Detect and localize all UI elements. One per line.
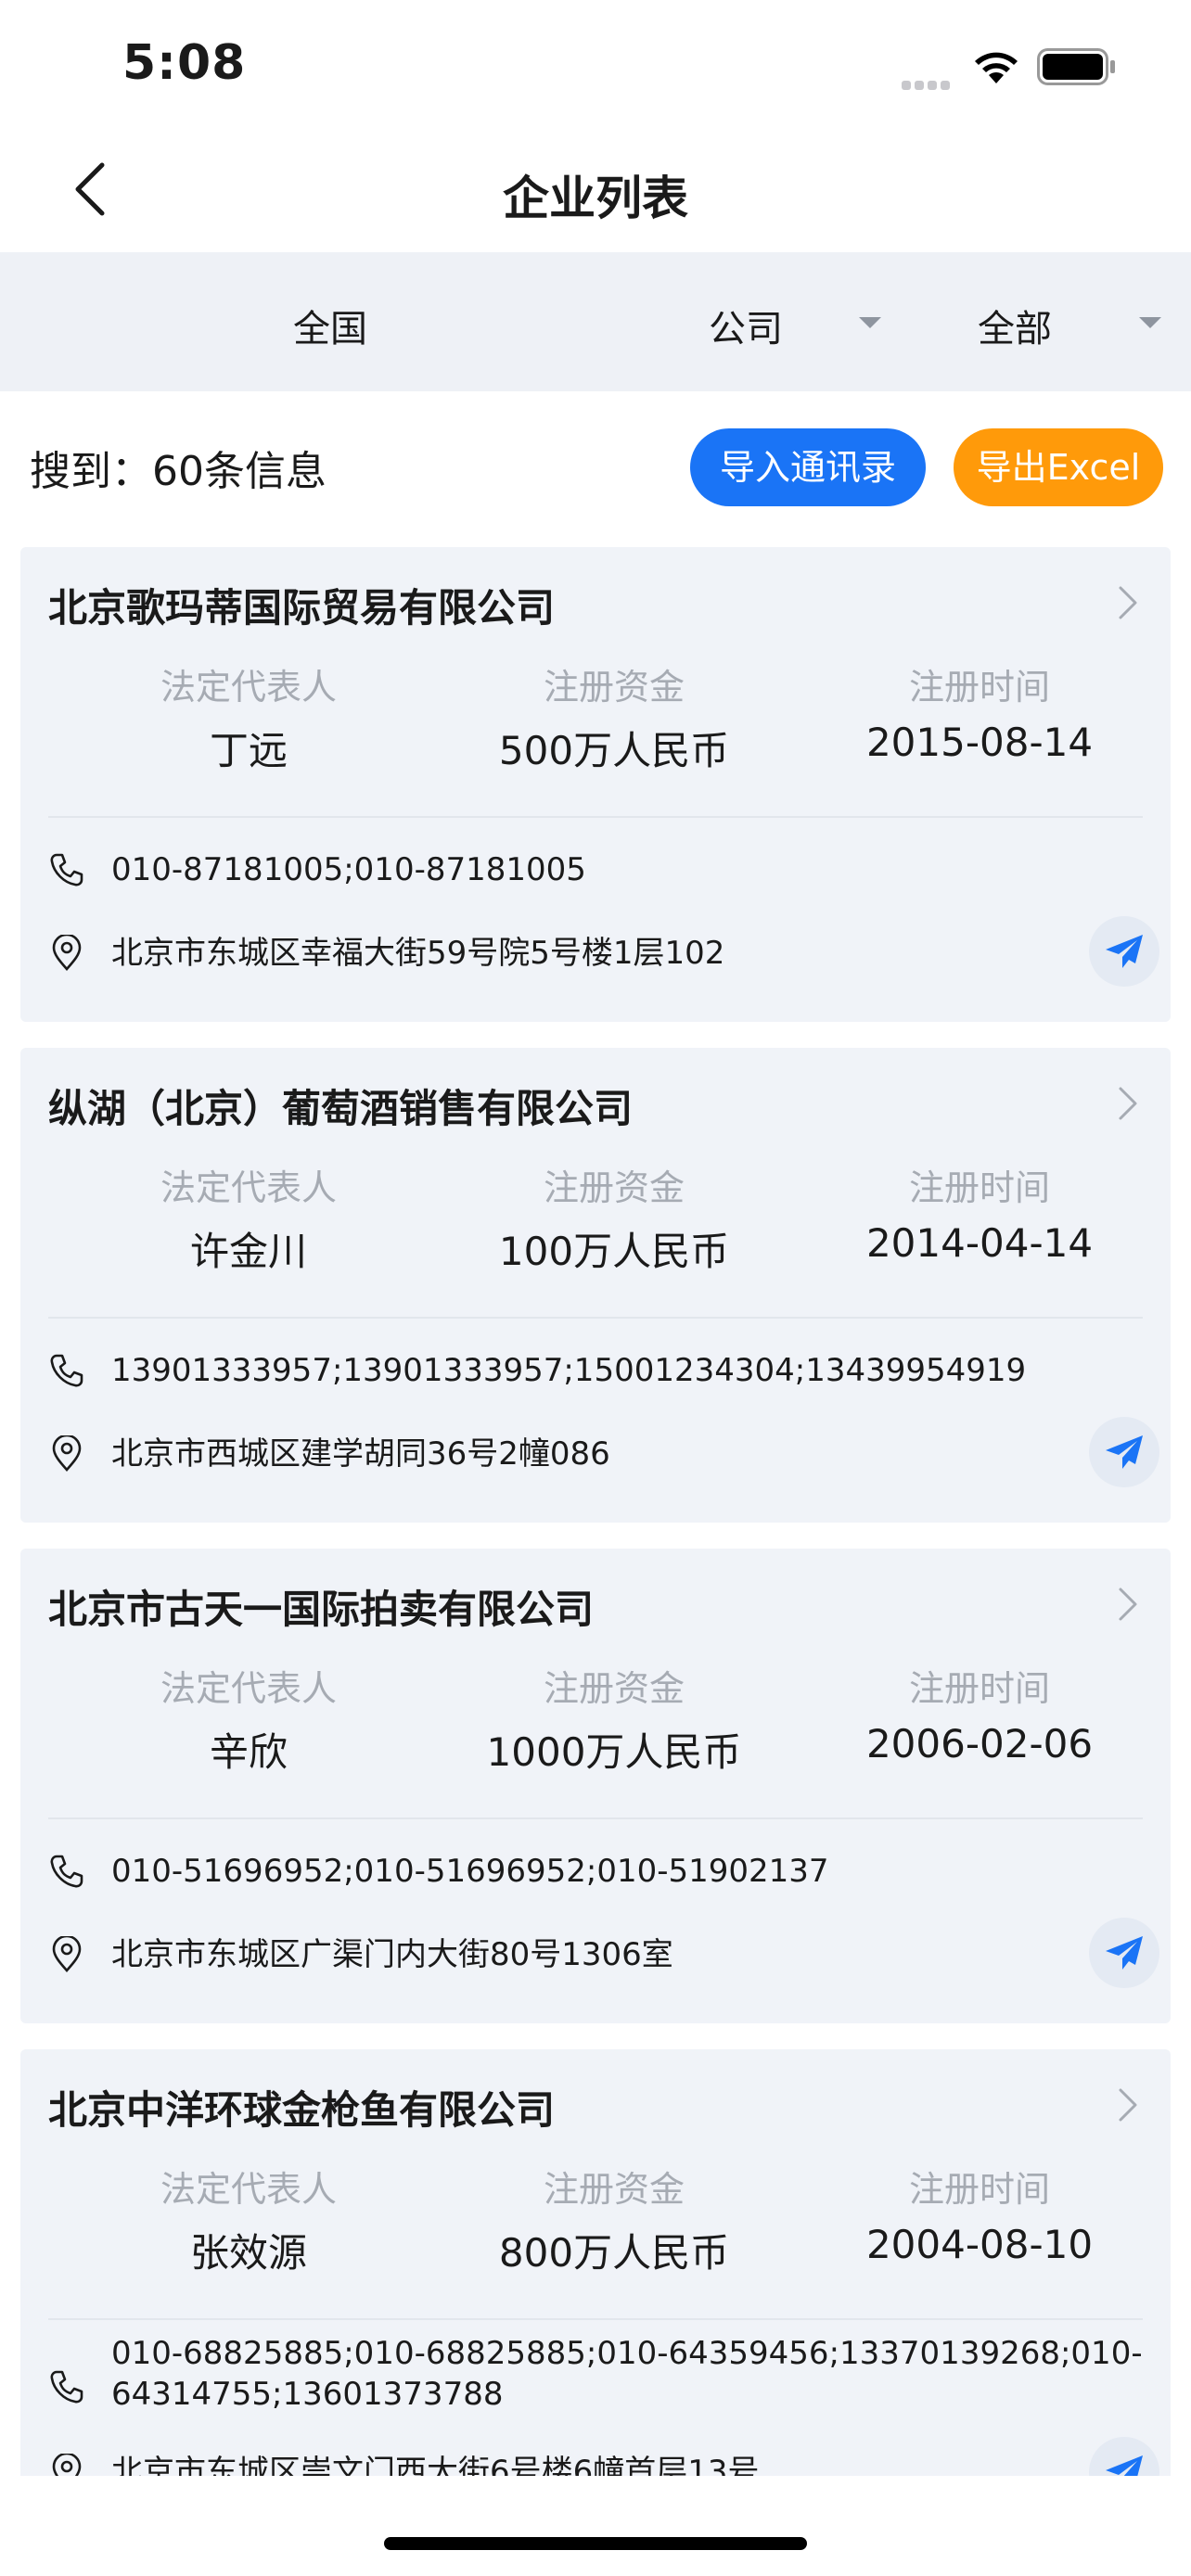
signal-icon [902, 76, 955, 90]
legal-rep-column: 法定代表人 丁远 [63, 547, 434, 776]
legal-rep-value: 张效源 [189, 2230, 307, 2276]
divider [48, 1817, 1143, 1819]
legal-rep-value: 许金川 [189, 1229, 307, 1274]
address: 北京市东城区广渠门内大街80号1306室 [111, 1936, 673, 1973]
company-list: 北京歌玛蒂国际贸易有限公司 法定代表人 丁远 注册资金 500万人民币 注册时间… [20, 547, 1171, 2476]
filter-type[interactable]: 公司 [709, 299, 783, 352]
legal-rep-column: 法定代表人 张效源 [63, 2049, 434, 2278]
legal-rep-label: 法定代表人 [160, 1167, 337, 1208]
filter-scope[interactable]: 全部 [978, 299, 1052, 352]
filter-region[interactable]: 全国 [293, 299, 367, 352]
import-contacts-button[interactable]: 导入通讯录 [690, 428, 926, 506]
result-bar: 搜到：60条信息 导入通讯录 导出Excel [0, 391, 1191, 547]
send-button[interactable] [1089, 2437, 1159, 2476]
capital-column: 注册资金 1000万人民币 [429, 1549, 800, 1778]
reg-date-column: 注册时间 2006-02-06 [794, 1549, 1165, 1766]
phone-numbers[interactable]: 010-87181005;010-87181005 [111, 849, 1150, 890]
divider [48, 816, 1143, 818]
location-pin-icon [52, 1435, 82, 1472]
status-bar: 5:08 [0, 0, 1191, 130]
page-title: 企业列表 [503, 172, 688, 225]
result-count: 搜到：60条信息 [30, 448, 327, 495]
company-card[interactable]: 纵湖（北京）葡萄酒销售有限公司 法定代表人 许金川 注册资金 100万人民币 注… [20, 1048, 1171, 1523]
location-pin-icon [52, 935, 82, 971]
capital-column: 注册资金 800万人民币 [429, 2049, 800, 2278]
capital-column: 注册资金 500万人民币 [429, 547, 800, 776]
send-icon [1106, 935, 1143, 968]
company-card[interactable]: 北京市古天一国际拍卖有限公司 法定代表人 辛欣 注册资金 1000万人民币 注册… [20, 1549, 1171, 2023]
dropdown-caret-icon[interactable] [1139, 317, 1161, 328]
battery-icon [1037, 48, 1115, 85]
wifi-icon [975, 52, 1018, 83]
address: 北京市东城区崇文门西大街6号楼6幢首层13号 [111, 2454, 760, 2476]
reg-date-value: 2015-08-14 [865, 720, 1094, 765]
reg-date-value: 2014-04-14 [865, 1220, 1094, 1266]
reg-date-value: 2006-02-06 [865, 1721, 1094, 1766]
capital-label: 注册资金 [543, 2169, 685, 2210]
phone-numbers[interactable]: 010-68825885;010-68825885;010-64359456;1… [111, 2333, 1150, 2415]
reg-date-label: 注册时间 [908, 1668, 1050, 1709]
legal-rep-column: 法定代表人 辛欣 [63, 1549, 434, 1778]
location-pin-icon [52, 1936, 82, 1972]
phone-icon [50, 1855, 83, 1888]
company-card[interactable]: 北京歌玛蒂国际贸易有限公司 法定代表人 丁远 注册资金 500万人民币 注册时间… [20, 547, 1171, 1022]
reg-date-column: 注册时间 2014-04-14 [794, 1048, 1165, 1266]
send-icon [1106, 1435, 1143, 1469]
divider [48, 2318, 1143, 2320]
capital-value: 500万人民币 [498, 728, 730, 773]
address: 北京市西城区建学胡同36号2幢086 [111, 1435, 610, 1473]
dropdown-caret-icon[interactable] [859, 317, 881, 328]
legal-rep-label: 法定代表人 [160, 1668, 337, 1709]
capital-column: 注册资金 100万人民币 [429, 1048, 800, 1277]
navigation-bar: 企业列表 [0, 130, 1191, 252]
home-indicator [384, 2537, 807, 2550]
reg-date-label: 注册时间 [908, 1167, 1050, 1208]
capital-value: 800万人民币 [498, 2230, 730, 2276]
address: 北京市东城区幸福大街59号院5号楼1层102 [111, 935, 725, 972]
reg-date-column: 注册时间 2015-08-14 [794, 547, 1165, 765]
reg-date-column: 注册时间 2004-08-10 [794, 2049, 1165, 2267]
capital-label: 注册资金 [543, 1668, 685, 1709]
export-excel-button[interactable]: 导出Excel [954, 428, 1163, 506]
send-button[interactable] [1089, 1918, 1159, 1988]
send-button[interactable] [1089, 916, 1159, 987]
filter-bar: 全国 公司 全部 [0, 252, 1191, 391]
legal-rep-value: 辛欣 [209, 1729, 288, 1775]
send-icon [1106, 2455, 1143, 2476]
legal-rep-label: 法定代表人 [160, 667, 337, 708]
legal-rep-label: 法定代表人 [160, 2169, 337, 2210]
capital-label: 注册资金 [543, 1167, 685, 1208]
capital-value: 100万人民币 [498, 1229, 730, 1274]
phone-icon [50, 853, 83, 886]
status-time: 5:08 [122, 35, 247, 91]
phone-icon [50, 1354, 83, 1387]
phone-numbers[interactable]: 010-51696952;010-51696952;010-51902137 [111, 1851, 1150, 1892]
legal-rep-column: 法定代表人 许金川 [63, 1048, 434, 1277]
phone-numbers[interactable]: 13901333957;13901333957;15001234304;1343… [111, 1350, 1150, 1391]
send-icon [1106, 1936, 1143, 1970]
capital-value: 1000万人民币 [486, 1729, 742, 1775]
reg-date-label: 注册时间 [908, 2169, 1050, 2210]
send-button[interactable] [1089, 1417, 1159, 1487]
capital-label: 注册资金 [543, 667, 685, 708]
legal-rep-value: 丁远 [209, 728, 288, 773]
company-card[interactable]: 北京中洋环球金枪鱼有限公司 法定代表人 张效源 注册资金 800万人民币 注册时… [20, 2049, 1171, 2476]
reg-date-label: 注册时间 [908, 667, 1050, 708]
location-pin-icon [52, 2454, 82, 2476]
divider [48, 1317, 1143, 1319]
reg-date-value: 2004-08-10 [865, 2222, 1094, 2267]
phone-icon [50, 2370, 83, 2404]
